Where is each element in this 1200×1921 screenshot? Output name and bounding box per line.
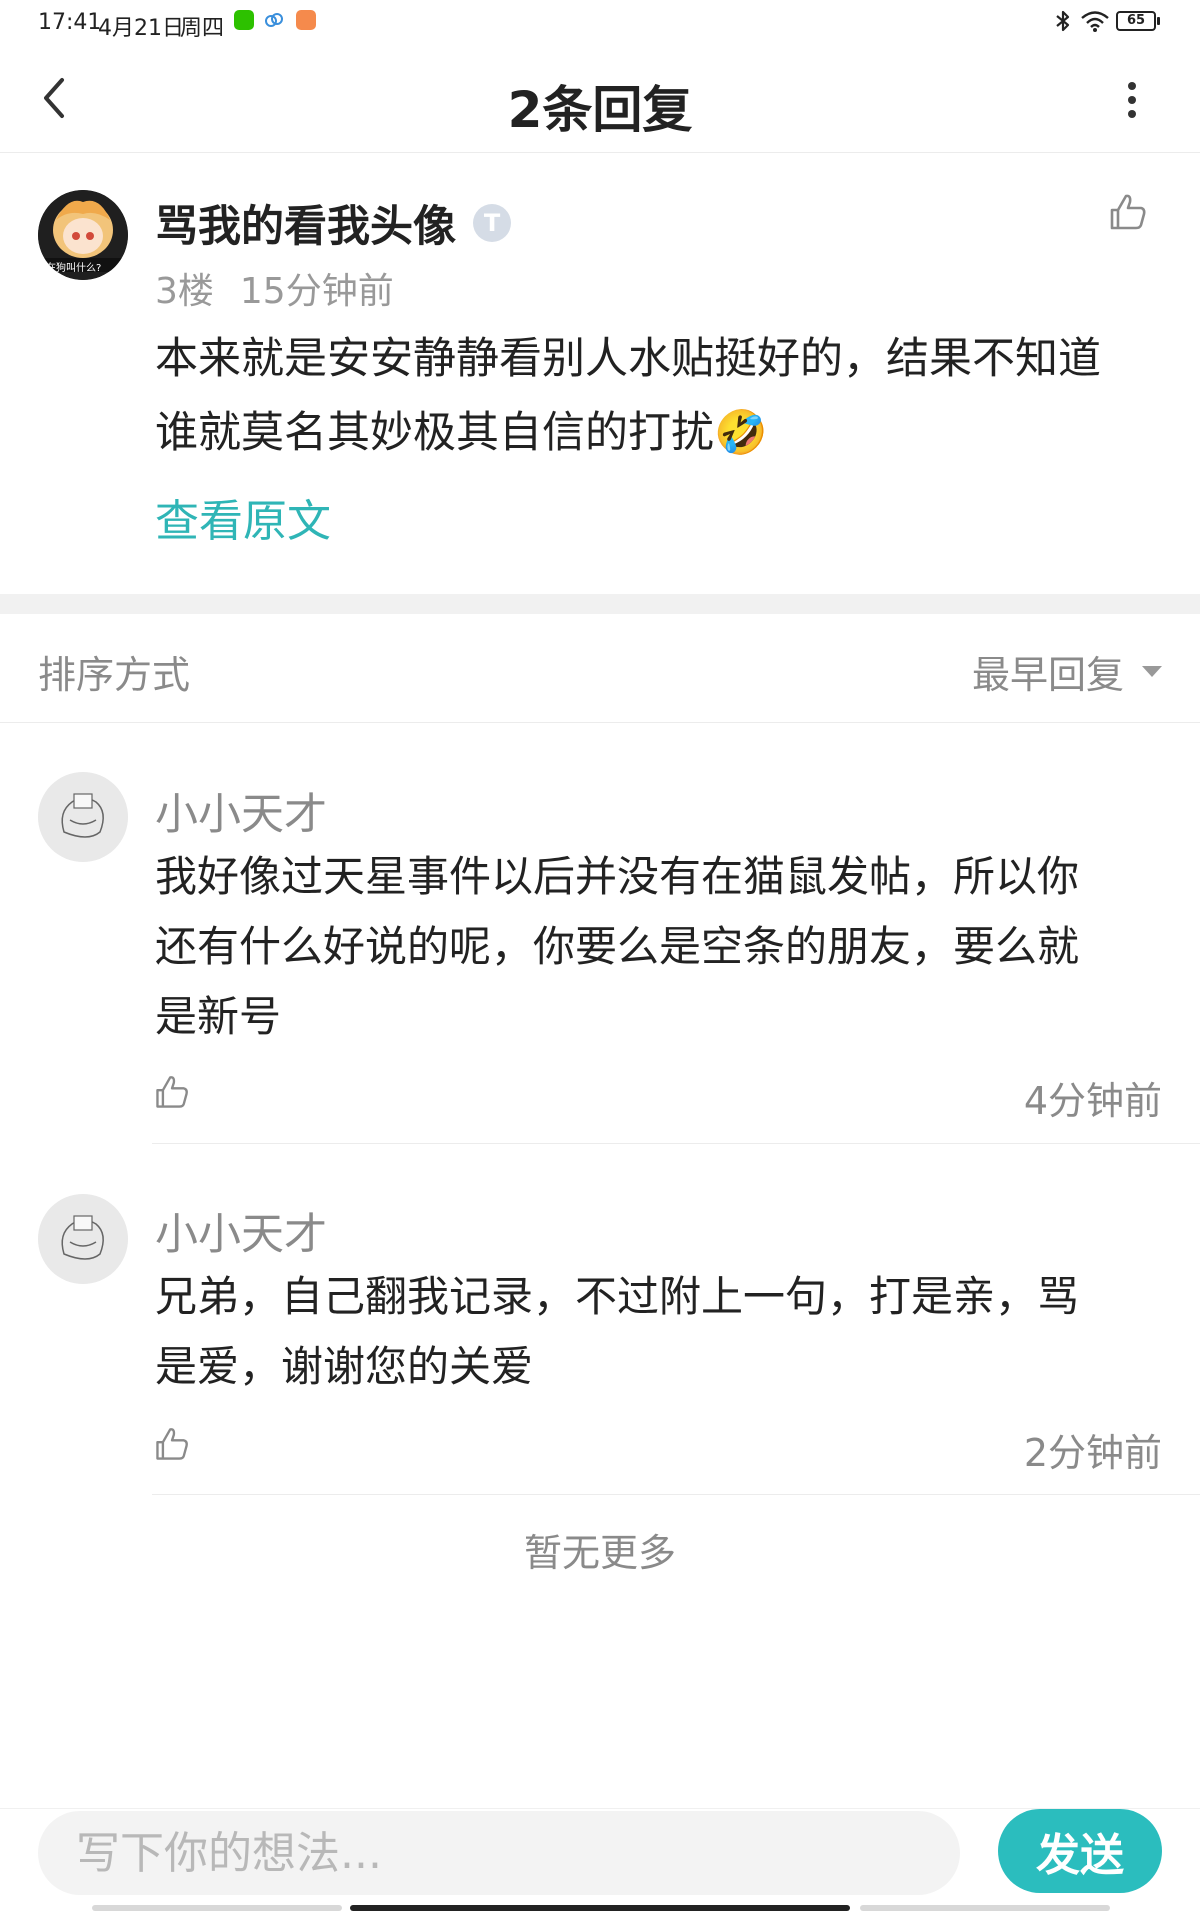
reply-avatar[interactable] (38, 1194, 128, 1284)
wifi-icon (1080, 9, 1110, 37)
floor-number: 3楼 (155, 271, 214, 312)
reply-text-line: 我好像过天星事件以后并没有在猫鼠发帖，所以你 (155, 852, 1080, 901)
reply-time: 4分钟前 (1023, 1079, 1162, 1123)
reply-text-line: 是新号 (155, 992, 282, 1041)
reply-time: 2分钟前 (1023, 1431, 1162, 1475)
reply-text-line: 兄弟，自己翻我记录，不过附上一句，打是亲，骂 (155, 1272, 1080, 1321)
post-text-line: 谁就莫名其妙极其自信的打扰🤣 (155, 408, 768, 458)
home-indicator (350, 1905, 850, 1911)
status-bar: 17:41 4月21日 周四 65 (0, 0, 1200, 46)
thumbs-up-icon[interactable] (152, 1424, 192, 1468)
avatar[interactable]: 在狗叫什么? (38, 190, 128, 280)
level-badge-icon: T (473, 204, 511, 242)
sort-dropdown[interactable]: 最早回复 (972, 644, 1124, 699)
sort-row: 排序方式 最早回复 (0, 614, 1200, 723)
section-divider (0, 594, 1200, 614)
status-time: 17:41 (38, 10, 102, 35)
status-date: 4月21日 (98, 16, 184, 41)
wechat-notification-icon (234, 10, 254, 30)
sort-label: 排序方式 (38, 653, 191, 697)
send-button[interactable]: 发送 (998, 1809, 1162, 1893)
view-original-link[interactable]: 查看原文 (155, 485, 331, 549)
battery-icon: 65 (1116, 11, 1156, 31)
row-divider (152, 1494, 1200, 1495)
nav-bar: 2条回复 (0, 46, 1200, 153)
thumbs-up-icon[interactable] (1106, 190, 1150, 238)
comment-composer: 发送 (0, 1808, 1200, 1921)
reply-username[interactable]: 小小天才 (155, 780, 327, 842)
post-meta: 3楼 15分钟前 (155, 262, 420, 314)
cloud-notification-icon (264, 10, 284, 30)
avatar-caption: 在狗叫什么? (46, 263, 102, 274)
post-username[interactable]: 骂我的看我头像 (155, 192, 456, 254)
thumbs-up-icon[interactable] (152, 1072, 192, 1116)
reply-content: 兄弟，自己翻我记录，不过附上一句，打是亲，骂 是爱，谢谢您的关爱 (155, 1262, 1165, 1402)
reply-avatar[interactable] (38, 772, 128, 862)
comment-input[interactable] (38, 1811, 960, 1895)
home-indicator-track (92, 1905, 342, 1911)
reply-text-line: 还有什么好说的呢，你要么是空条的朋友，要么就 (155, 922, 1080, 971)
no-more-text: 暂无更多 (523, 1531, 676, 1575)
app-notification-icon (296, 10, 316, 30)
row-divider (152, 1143, 1200, 1144)
home-indicator-track (860, 1905, 1110, 1911)
bluetooth-icon (1054, 9, 1072, 37)
post-content: 本来就是安安静静看别人水贴挺好的，结果不知道 谁就莫名其妙极其自信的打扰🤣 (155, 322, 1155, 470)
reply-username[interactable]: 小小天才 (155, 1200, 327, 1262)
more-vertical-icon[interactable] (1118, 80, 1146, 124)
status-weekday: 周四 (180, 16, 225, 41)
page-title: 2条回复 (507, 81, 693, 139)
chevron-down-icon[interactable] (1142, 666, 1162, 677)
reply-text-line: 是爱，谢谢您的关爱 (155, 1342, 534, 1391)
post-time: 15分钟前 (239, 271, 394, 312)
battery-cap (1157, 17, 1160, 25)
post-text-line: 本来就是安安静静看别人水贴挺好的，结果不知道 (155, 334, 1101, 384)
reply-content: 我好像过天星事件以后并没有在猫鼠发帖，所以你 还有什么好说的呢，你要么是空条的朋… (155, 842, 1165, 1052)
